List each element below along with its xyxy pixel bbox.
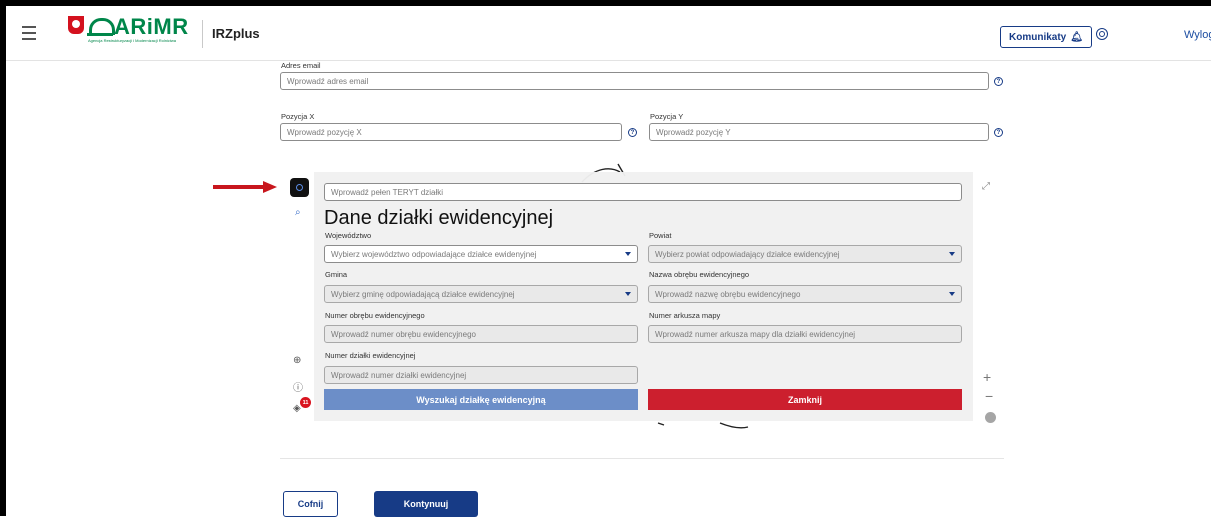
dzialka-label: Numer działki ewidencyjnej	[325, 351, 416, 360]
obreb-numer-label: Numer obrębu ewidencyjnego	[325, 311, 425, 320]
pos-x-help-icon[interactable]: ?	[628, 128, 637, 137]
pos-x-label: Pozycja X	[281, 112, 315, 121]
back-button[interactable]: Cofnij	[283, 491, 338, 517]
pos-x-field[interactable]: Wprowadź pozycję X	[280, 123, 622, 141]
zoom-in-button[interactable]: +	[983, 369, 991, 385]
map-search-icon[interactable]: ⌕	[295, 207, 301, 218]
powiat-label: Powiat	[649, 231, 672, 240]
continue-button[interactable]: Kontynuuj	[374, 491, 478, 517]
logo-text: ARiMR	[114, 14, 189, 39]
chevron-down-icon	[949, 252, 955, 256]
dzialka-field[interactable]: Wprowadź numer działki ewidencyjnej	[324, 366, 638, 384]
arkusz-field[interactable]: Wprowadź numer arkusza mapy dla działki …	[648, 325, 962, 343]
bell-icon: 🔔︎	[1070, 31, 1083, 43]
komunikaty-label: Komunikaty	[1009, 31, 1067, 43]
panel-title: Dane działki ewidencyjnej	[324, 207, 554, 229]
menu-icon[interactable]	[15, 19, 43, 47]
app-title: IRZplus	[212, 26, 260, 41]
pos-y-help-icon[interactable]: ?	[994, 128, 1003, 137]
chevron-down-icon	[625, 252, 631, 256]
wojewodztwo-select[interactable]: Wybierz województwo odpowiadające działc…	[324, 245, 638, 263]
logo-subtext: Agencja Restrukturyzacji i Modernizacji …	[88, 38, 177, 43]
logout-link[interactable]: Wyloguj	[1184, 29, 1211, 41]
zoom-out-button[interactable]: −	[985, 388, 993, 404]
gmina-label: Gmina	[325, 270, 348, 279]
close-button[interactable]: Zamknij	[648, 389, 962, 410]
divider	[280, 458, 1004, 459]
wojewodztwo-label: Województwo	[325, 231, 372, 240]
red-arrow-annotation	[213, 181, 277, 193]
email-label: Adres email	[281, 61, 321, 70]
zoom-handle[interactable]	[985, 412, 996, 423]
window-left-border	[0, 0, 6, 516]
obreb-nazwa-label: Nazwa obrębu ewidencyjnego	[649, 270, 750, 279]
layers-badge: 11	[300, 397, 311, 408]
chevron-down-icon	[625, 292, 631, 296]
user-icon[interactable]	[1096, 28, 1108, 40]
info-icon[interactable]: ⓘ	[293, 379, 303, 394]
obreb-numer-field[interactable]: Wprowadź numer obrębu ewidencyjnego	[324, 325, 638, 343]
map-search-button[interactable]	[290, 178, 309, 197]
obreb-nazwa-select[interactable]: Wprowadź nazwę obrębu ewidencyjnego	[648, 285, 962, 303]
gmina-select[interactable]: Wybierz gminę odpowiadającą działce ewid…	[324, 285, 638, 303]
pos-y-field[interactable]: Wprowadź pozycję Y	[649, 123, 989, 141]
fullscreen-icon[interactable]: ⤢	[982, 181, 990, 192]
arimr-logo[interactable]: ARiMR Agencja Restrukturyzacji i Moderni…	[68, 14, 189, 48]
pos-y-label: Pozycja Y	[650, 112, 684, 121]
arkusz-label: Numer arkusza mapy	[649, 311, 721, 320]
locate-icon[interactable]: ⊕	[293, 355, 301, 366]
email-help-icon[interactable]: ?	[994, 77, 1003, 86]
search-parcel-button[interactable]: Wyszukaj działkę ewidencyjną	[324, 389, 638, 410]
teryt-input[interactable]: Wprowadź pełen TERYT działki	[324, 183, 962, 201]
app-header: ARiMR Agencja Restrukturyzacji i Moderni…	[6, 6, 1211, 61]
search-icon	[296, 184, 303, 191]
powiat-select[interactable]: Wybierz powiat odpowiadający działce ewi…	[648, 245, 962, 263]
emblem-icon	[68, 16, 84, 34]
komunikaty-button[interactable]: Komunikaty 🔔︎	[1000, 26, 1092, 48]
header-divider	[202, 20, 203, 48]
chevron-down-icon	[949, 292, 955, 296]
email-field[interactable]: Wprowadź adres email	[280, 72, 989, 90]
